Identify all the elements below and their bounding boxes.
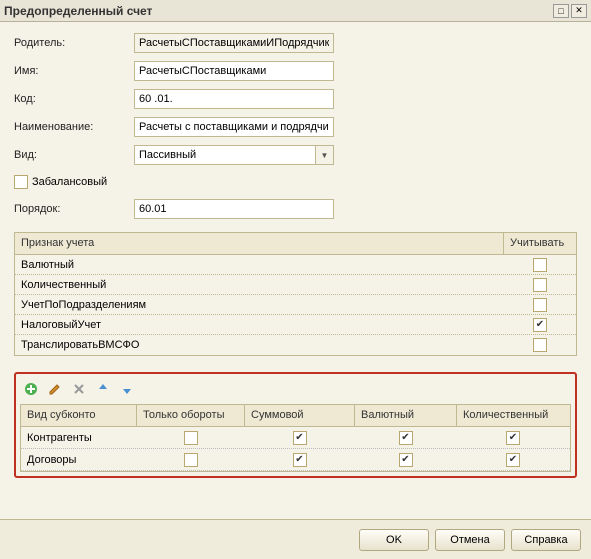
only-turnover-cell bbox=[137, 451, 245, 469]
checkbox[interactable] bbox=[533, 338, 547, 352]
attr-name: Валютный bbox=[15, 257, 504, 273]
checkbox[interactable] bbox=[533, 278, 547, 292]
desc-label: Наименование: bbox=[14, 121, 134, 133]
attr-header-name: Признак учета bbox=[15, 233, 504, 254]
table-row[interactable]: ТранслироватьВМСФО bbox=[15, 335, 576, 355]
kind-label: Вид: bbox=[14, 149, 134, 161]
move-up-icon[interactable] bbox=[94, 380, 112, 398]
attr-header-use: Учитывать bbox=[504, 233, 576, 254]
kind-select[interactable]: Пассивный ▼ bbox=[134, 145, 334, 165]
offbalance-checkbox[interactable] bbox=[14, 175, 28, 189]
attr-name: Количественный bbox=[15, 277, 504, 293]
subkonto-h4: Количественный bbox=[457, 405, 570, 426]
footer: OK Отмена Справка bbox=[0, 519, 591, 559]
checkbox[interactable]: ✔ bbox=[399, 431, 413, 445]
attr-name: НалоговыйУчет bbox=[15, 317, 504, 333]
help-button[interactable]: Справка bbox=[511, 529, 581, 551]
delete-icon[interactable] bbox=[70, 380, 88, 398]
desc-field[interactable] bbox=[134, 117, 334, 137]
subkonto-name: Договоры bbox=[21, 452, 137, 468]
attr-use-cell bbox=[504, 336, 576, 354]
titlebar: Предопределенный счет □ ✕ bbox=[0, 0, 591, 22]
checkbox[interactable]: ✔ bbox=[399, 453, 413, 467]
edit-icon[interactable] bbox=[46, 380, 64, 398]
dropdown-icon[interactable]: ▼ bbox=[315, 146, 333, 164]
table-row[interactable]: Количественный bbox=[15, 275, 576, 295]
checkbox[interactable]: ✔ bbox=[506, 453, 520, 467]
attr-use-cell bbox=[504, 276, 576, 294]
parent-label: Родитель: bbox=[14, 37, 134, 49]
checkbox[interactable]: ✔ bbox=[506, 431, 520, 445]
sum-cell: ✔ bbox=[245, 429, 355, 447]
table-row[interactable]: Договоры ✔ ✔ ✔ bbox=[21, 449, 570, 471]
table-row[interactable]: Валютный bbox=[15, 255, 576, 275]
name-label: Имя: bbox=[14, 65, 134, 77]
subkonto-h1: Только обороты bbox=[137, 405, 245, 426]
attr-use-cell bbox=[504, 256, 576, 274]
ok-button[interactable]: OK bbox=[359, 529, 429, 551]
subkonto-section: Вид субконто Только обороты Суммовой Вал… bbox=[14, 372, 577, 478]
code-field[interactable] bbox=[134, 89, 334, 109]
table-row[interactable]: УчетПоПодразделениям bbox=[15, 295, 576, 315]
subkonto-h0: Вид субконто bbox=[21, 405, 137, 426]
checkbox[interactable] bbox=[184, 431, 198, 445]
attr-use-cell: ✔ bbox=[504, 316, 576, 334]
order-field[interactable] bbox=[134, 199, 334, 219]
checkbox[interactable] bbox=[533, 258, 547, 272]
table-row[interactable]: Контрагенты ✔ ✔ ✔ bbox=[21, 427, 570, 449]
move-down-icon[interactable] bbox=[118, 380, 136, 398]
window-title: Предопределенный счет bbox=[4, 4, 551, 18]
sum-cell: ✔ bbox=[245, 451, 355, 469]
qty-cell: ✔ bbox=[457, 429, 570, 447]
currency-cell: ✔ bbox=[355, 429, 457, 447]
qty-cell: ✔ bbox=[457, 451, 570, 469]
cancel-button[interactable]: Отмена bbox=[435, 529, 505, 551]
checkbox[interactable]: ✔ bbox=[293, 431, 307, 445]
checkbox[interactable] bbox=[184, 453, 198, 467]
maximize-button[interactable]: □ bbox=[553, 4, 569, 18]
subkonto-table: Вид субконто Только обороты Суммовой Вал… bbox=[20, 404, 571, 472]
checkbox[interactable]: ✔ bbox=[293, 453, 307, 467]
currency-cell: ✔ bbox=[355, 451, 457, 469]
name-field[interactable] bbox=[134, 61, 334, 81]
close-button[interactable]: ✕ bbox=[571, 4, 587, 18]
subkonto-toolbar bbox=[20, 378, 571, 404]
table-row[interactable]: НалоговыйУчет ✔ bbox=[15, 315, 576, 335]
parent-field[interactable] bbox=[134, 33, 334, 53]
offbalance-label: Забалансовый bbox=[32, 176, 107, 188]
subkonto-name: Контрагенты bbox=[21, 430, 137, 446]
checkbox[interactable]: ✔ bbox=[533, 318, 547, 332]
predefined-account-window: Предопределенный счет □ ✕ Родитель: Имя:… bbox=[0, 0, 591, 559]
order-label: Порядок: bbox=[14, 203, 134, 215]
add-icon[interactable] bbox=[22, 380, 40, 398]
only-turnover-cell bbox=[137, 429, 245, 447]
checkbox[interactable] bbox=[533, 298, 547, 312]
attr-name: УчетПоПодразделениям bbox=[15, 297, 504, 313]
kind-value: Пассивный bbox=[139, 149, 315, 161]
subkonto-h2: Суммовой bbox=[245, 405, 355, 426]
subkonto-h3: Валютный bbox=[355, 405, 457, 426]
attr-name: ТранслироватьВМСФО bbox=[15, 337, 504, 353]
attributes-table: Признак учета Учитывать Валютный Количест… bbox=[14, 232, 577, 356]
code-label: Код: bbox=[14, 93, 134, 105]
attr-use-cell bbox=[504, 296, 576, 314]
